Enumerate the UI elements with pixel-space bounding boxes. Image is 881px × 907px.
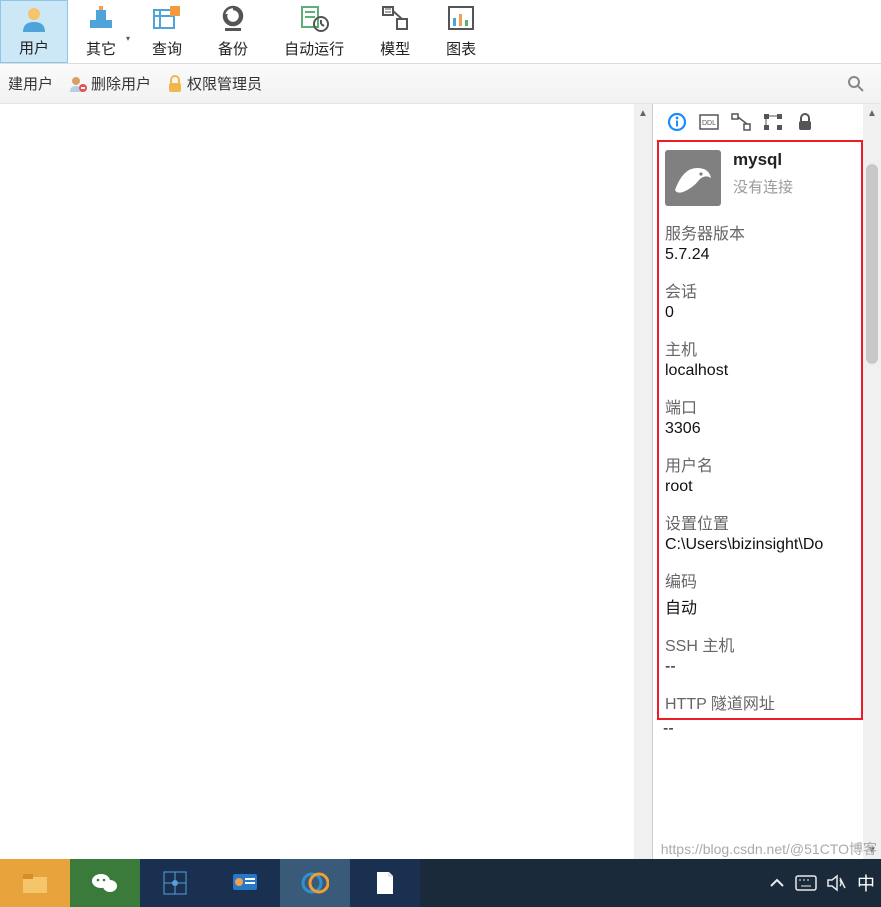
taskbar-explorer-icon[interactable] [0,859,70,907]
prop-label-server-version: 服务器版本 [665,220,855,244]
vertical-scrollbar[interactable]: ▲ [634,104,652,859]
prop-label-host: 主机 [665,336,855,360]
secondary-toolbar: 建用户 删除用户 权限管理员 [0,64,881,104]
connection-status: 没有连接 [733,176,793,197]
diagram-tab-icon[interactable] [731,112,751,132]
backup-icon [218,2,248,36]
prop-label-session: 会话 [665,278,855,302]
search-icon [847,75,865,93]
user-minus-icon [69,75,87,93]
prop-value-username: root [665,478,855,496]
info-tab-icon[interactable] [667,112,687,132]
model-icon [380,2,410,36]
taskbar-app2-icon[interactable] [210,859,280,907]
side-scrollbar[interactable]: ▲ ▼ [863,104,881,859]
tray-volume-icon[interactable] [827,874,847,892]
prop-label-username: 用户名 [665,452,855,476]
ribbon-item-query[interactable]: 查询 [134,0,200,63]
ribbon-label-other: 其它 [86,38,116,59]
chevron-down-icon: ▾ [126,34,130,43]
privilege-admin-button[interactable]: 权限管理员 [159,67,270,100]
search-button[interactable] [839,69,873,99]
taskbar-document-icon[interactable] [350,859,420,907]
prop-label-port: 端口 [665,394,855,418]
tray-chevron-up-icon[interactable] [769,877,785,889]
create-user-label: 建用户 [8,73,53,94]
lock-icon [167,75,183,93]
prop-value-http-tunnel: -- [653,720,881,738]
ribbon-item-chart[interactable]: 图表 [428,0,494,63]
prop-value-settings-path: C:\Users\bizinsight\Do [665,536,855,554]
info-side-panel: DDL mysql 没有连接 服务器版本5.7.2 [653,104,881,859]
watermark-text: https://blog.csdn.net/@51CTO博客 [661,839,877,859]
chart-icon [446,2,476,36]
delete-user-button[interactable]: 删除用户 [61,67,159,100]
scroll-up-icon[interactable]: ▲ [863,104,881,122]
autorun-icon [299,2,329,36]
prop-value-host: localhost [665,362,855,380]
user-list-area: ▲ [0,104,653,859]
prop-label-settings-path: 设置位置 [665,510,855,534]
user-icon [19,3,49,35]
prop-value-encoding: 自动 [665,594,855,618]
ribbon-toolbar: 用户 其它 ▾ 查询 备份 自动运行 模型 图表 [0,0,881,64]
prop-value-ssh-host: -- [665,658,855,676]
side-panel-tabs: DDL [653,104,881,140]
taskbar-navicat-icon[interactable] [280,859,350,907]
ribbon-item-backup[interactable]: 备份 [200,0,266,63]
create-user-button[interactable]: 建用户 [0,67,61,100]
ribbon-label-autorun: 自动运行 [284,38,344,59]
ddl-tab-icon[interactable]: DDL [699,112,719,132]
prop-value-session: 0 [665,304,855,322]
ribbon-item-model[interactable]: 模型 [362,0,428,63]
system-tray: 中 [763,859,881,907]
connection-info-box: mysql 没有连接 服务器版本 5.7.24 会话 0 主机 localhost 端… [657,140,863,720]
lock-tab-icon[interactable] [795,112,815,132]
delete-user-label: 删除用户 [91,73,151,94]
taskbar-app1-icon[interactable] [140,859,210,907]
prop-value-server-version: 5.7.24 [665,246,855,264]
ribbon-label-user: 用户 [19,37,49,58]
prop-label-ssh-host: SSH 主机 [665,632,855,656]
connection-name: mysql [733,150,793,170]
ribbon-label-query: 查询 [152,38,182,59]
scroll-thumb[interactable] [866,164,878,364]
ribbon-label-model: 模型 [380,38,410,59]
relations-tab-icon[interactable] [763,112,783,132]
ribbon-label-backup: 备份 [218,38,248,59]
ribbon-label-chart: 图表 [446,38,476,59]
tray-ime-indicator[interactable]: 中 [857,870,875,896]
prop-label-http-tunnel: HTTP 隧道网址 [665,690,855,714]
tray-keyboard-icon[interactable] [795,875,817,891]
ribbon-item-autorun[interactable]: 自动运行 [266,0,362,63]
main-content-row: ▲ DDL [0,104,881,859]
privilege-admin-label: 权限管理员 [187,73,262,94]
mysql-logo-icon [665,150,721,206]
ribbon-item-user[interactable]: 用户 [0,0,68,63]
scroll-up-icon[interactable]: ▲ [634,104,652,122]
prop-value-port: 3306 [665,420,855,438]
windows-taskbar: 中 [0,859,881,907]
prop-label-encoding: 编码 [665,568,855,592]
svg-text:DDL: DDL [702,120,716,127]
query-icon [152,2,182,36]
other-icon [86,2,116,36]
taskbar-wechat-icon[interactable] [70,859,140,907]
ribbon-item-other[interactable]: 其它 ▾ [68,0,134,63]
